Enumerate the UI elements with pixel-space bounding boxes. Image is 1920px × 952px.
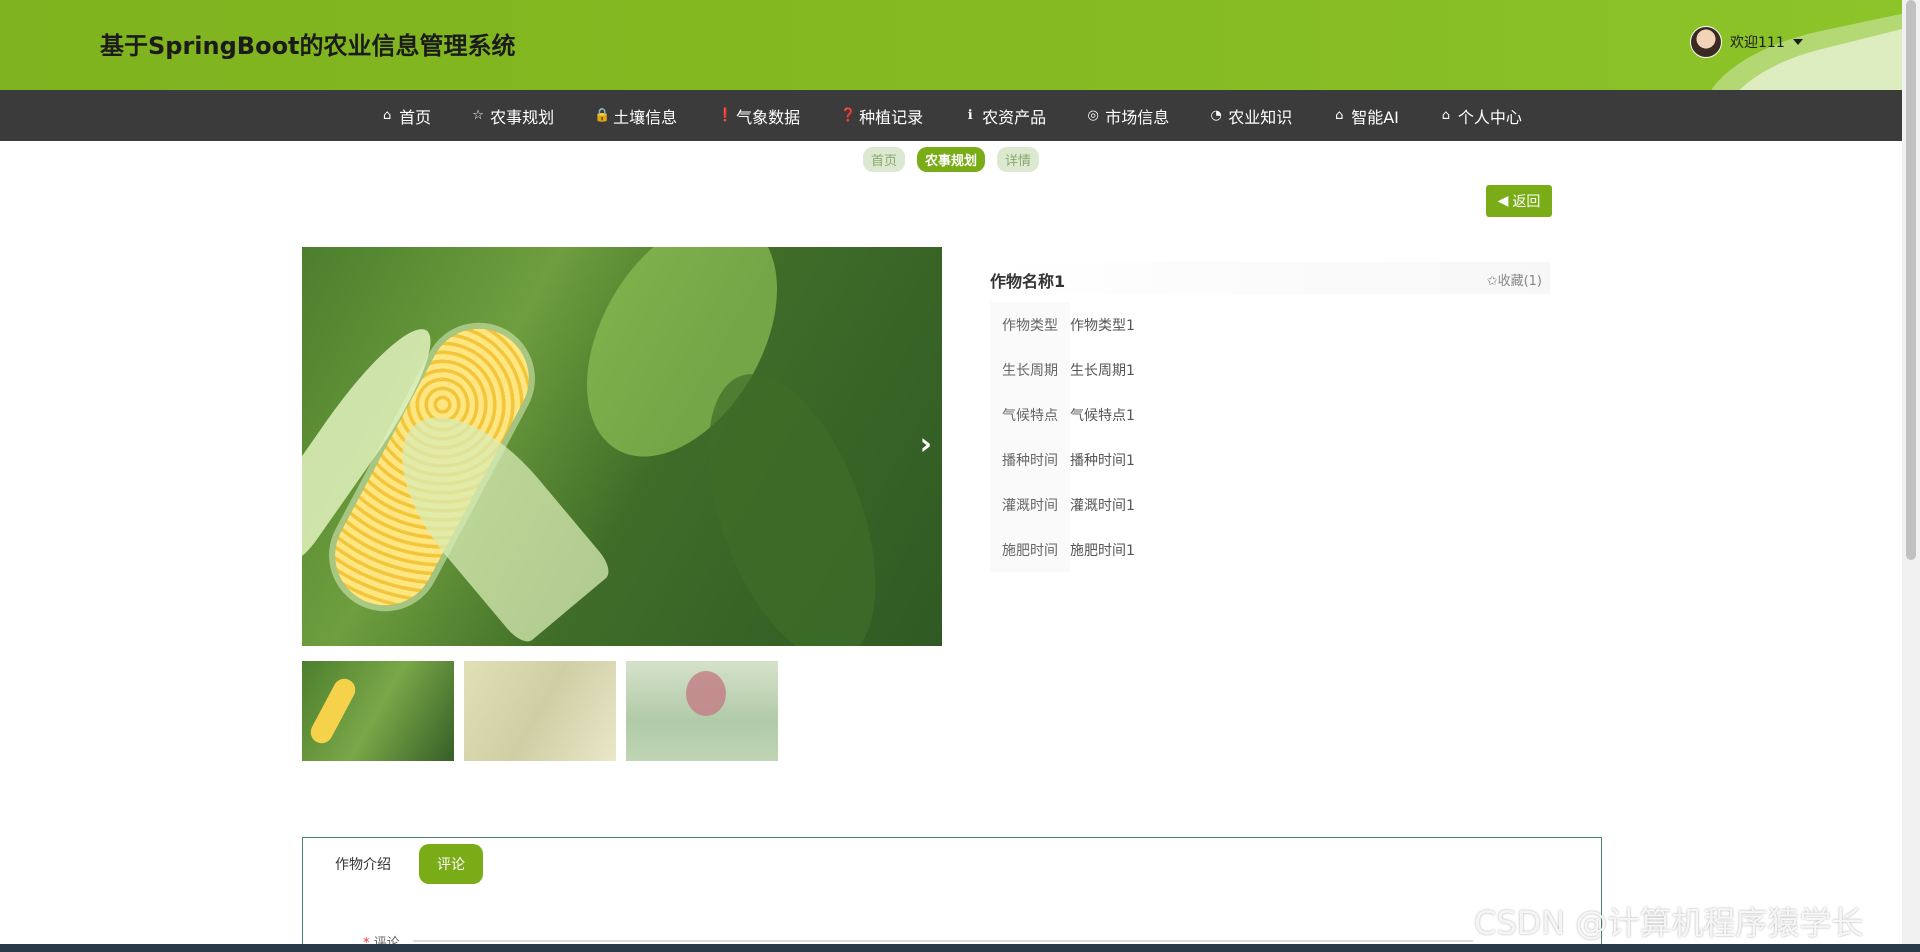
detail-value: 灌溉时间1 bbox=[1070, 497, 1135, 514]
alert-icon: ❗ bbox=[717, 108, 734, 123]
dashboard-icon: ◔ bbox=[1210, 108, 1222, 123]
breadcrumb-home[interactable]: 首页 bbox=[862, 147, 905, 172]
nav-item-agri-knowledge[interactable]: ◔ 农业知识 bbox=[1189, 90, 1312, 141]
scrollbar[interactable] bbox=[1902, 0, 1920, 944]
info-icon: ℹ bbox=[967, 108, 973, 123]
nav-label: 首页 bbox=[399, 107, 432, 127]
site-title: 基于SpringBoot的农业信息管理系统 bbox=[100, 32, 516, 60]
question-icon: ❓ bbox=[840, 108, 857, 123]
nav-label: 智能AI bbox=[1351, 107, 1399, 127]
home-icon: ⌂ bbox=[1441, 108, 1451, 123]
detail-value: 作物类型1 bbox=[1070, 317, 1135, 334]
taskbar bbox=[0, 944, 1920, 952]
nav-label: 农资产品 bbox=[982, 107, 1047, 127]
detail-key: 施肥时间 bbox=[990, 527, 1070, 572]
nav-label: 市场信息 bbox=[1105, 107, 1170, 127]
breadcrumb-farm-planning[interactable]: 农事规划 bbox=[916, 147, 985, 172]
thumbnail[interactable] bbox=[464, 661, 616, 761]
nav-item-smart-ai[interactable]: ⌂ 智能AI bbox=[1312, 90, 1419, 141]
home-icon: ⌂ bbox=[1335, 108, 1344, 123]
detail-row: 生长周期 生长周期1 bbox=[990, 347, 1550, 392]
comment-input[interactable] bbox=[413, 940, 1473, 942]
nav-item-weather-data[interactable]: ❗ 气象数据 bbox=[697, 90, 820, 141]
home-icon: ⌂ bbox=[382, 108, 392, 123]
main-image: › bbox=[302, 247, 942, 646]
detail-row: 灌溉时间 灌溉时间1 bbox=[990, 482, 1550, 527]
detail-title: 作物名称1 bbox=[990, 272, 1066, 291]
welcome-text[interactable]: 欢迎111 bbox=[1730, 32, 1785, 52]
nav-label: 农业知识 bbox=[1228, 107, 1293, 127]
main-nav: ⌂ 首页 ☆ 农事规划 🔒 土壤信息 ❗ 气象数据 ❓ 种植记录 ℹ 农资产品 ◎ 市场信息 … bbox=[0, 90, 1902, 141]
thumbnail[interactable] bbox=[302, 661, 454, 761]
back-label: 返回 bbox=[1512, 194, 1541, 210]
detail-row: 气候特点 气候特点1 bbox=[990, 392, 1550, 437]
detail-key: 播种时间 bbox=[990, 437, 1070, 482]
tab-comments[interactable]: 评论 bbox=[419, 844, 483, 884]
detail-row: 作物类型 作物类型1 bbox=[990, 302, 1550, 347]
detail-key: 灌溉时间 bbox=[990, 482, 1070, 527]
lock-icon: 🔒 bbox=[594, 108, 611, 123]
detail-value: 施肥时间1 bbox=[1070, 542, 1135, 559]
breadcrumb: 首页 农事规划 详情 bbox=[0, 147, 1902, 172]
nav-item-farm-planning[interactable]: ☆ 农事规划 bbox=[451, 90, 574, 141]
tab-bar: 作物介绍 评论 bbox=[303, 838, 1601, 884]
chevron-down-icon[interactable] bbox=[1792, 39, 1803, 45]
nav-item-farm-supplies[interactable]: ℹ 农资产品 bbox=[943, 90, 1066, 141]
nav-label: 农事规划 bbox=[490, 107, 555, 127]
tab-crop-intro[interactable]: 作物介绍 bbox=[331, 844, 395, 884]
nav-item-home[interactable]: ⌂ 首页 bbox=[360, 90, 451, 141]
nav-label: 种植记录 bbox=[859, 107, 924, 127]
watermark: CSDN @计算机程序猿学长 bbox=[1474, 904, 1864, 942]
thumbnail[interactable] bbox=[626, 661, 778, 761]
nav-item-soil-info[interactable]: 🔒 土壤信息 bbox=[574, 90, 697, 141]
detail-value: 气候特点1 bbox=[1070, 407, 1135, 424]
detail-rows: 作物类型 作物类型1 生长周期 生长周期1 气候特点 气候特点1 播种时间 播种时间1 … bbox=[990, 302, 1550, 572]
detail-value: 生长周期1 bbox=[1070, 362, 1135, 379]
chevron-right-icon[interactable]: › bbox=[920, 427, 932, 462]
nav-label: 气象数据 bbox=[736, 107, 801, 127]
back-button[interactable]: ◀ 返回 bbox=[1486, 185, 1552, 217]
detail-header: 作物名称1 ✩收藏(1) bbox=[990, 262, 1550, 294]
detail-row: 播种时间 播种时间1 bbox=[990, 437, 1550, 482]
nav-item-planting-records[interactable]: ❓ 种植记录 bbox=[820, 90, 943, 141]
nav-item-market-info[interactable]: ◎ 市场信息 bbox=[1066, 90, 1189, 141]
favorite-button[interactable]: ✩收藏(1) bbox=[1487, 270, 1542, 289]
breadcrumb-detail: 详情 bbox=[997, 147, 1040, 172]
detail-key: 气候特点 bbox=[990, 392, 1070, 437]
star-icon: ☆ bbox=[472, 108, 484, 123]
target-icon: ◎ bbox=[1087, 108, 1099, 123]
user-menu[interactable]: 欢迎111 bbox=[1690, 26, 1803, 58]
detail-value: 播种时间1 bbox=[1070, 452, 1135, 469]
thumbnail-strip bbox=[302, 661, 778, 761]
caret-left-icon: ◀ bbox=[1497, 193, 1509, 209]
nav-item-personal-center[interactable]: ⌂ 个人中心 bbox=[1419, 90, 1542, 141]
scrollbar-thumb[interactable] bbox=[1906, 0, 1916, 560]
detail-key: 作物类型 bbox=[990, 302, 1070, 347]
avatar[interactable] bbox=[1690, 26, 1722, 58]
site-header: 基于SpringBoot的农业信息管理系统 欢迎111 bbox=[0, 0, 1902, 90]
nav-label: 个人中心 bbox=[1457, 107, 1522, 127]
detail-key: 生长周期 bbox=[990, 347, 1070, 392]
tab-panel: 作物介绍 评论 * 评论 bbox=[302, 837, 1602, 952]
detail-panel: 作物名称1 ✩收藏(1) 作物类型 作物类型1 生长周期 生长周期1 气候特点 气候特… bbox=[990, 262, 1550, 572]
detail-row: 施肥时间 施肥时间1 bbox=[990, 527, 1550, 572]
nav-label: 土壤信息 bbox=[613, 107, 678, 127]
